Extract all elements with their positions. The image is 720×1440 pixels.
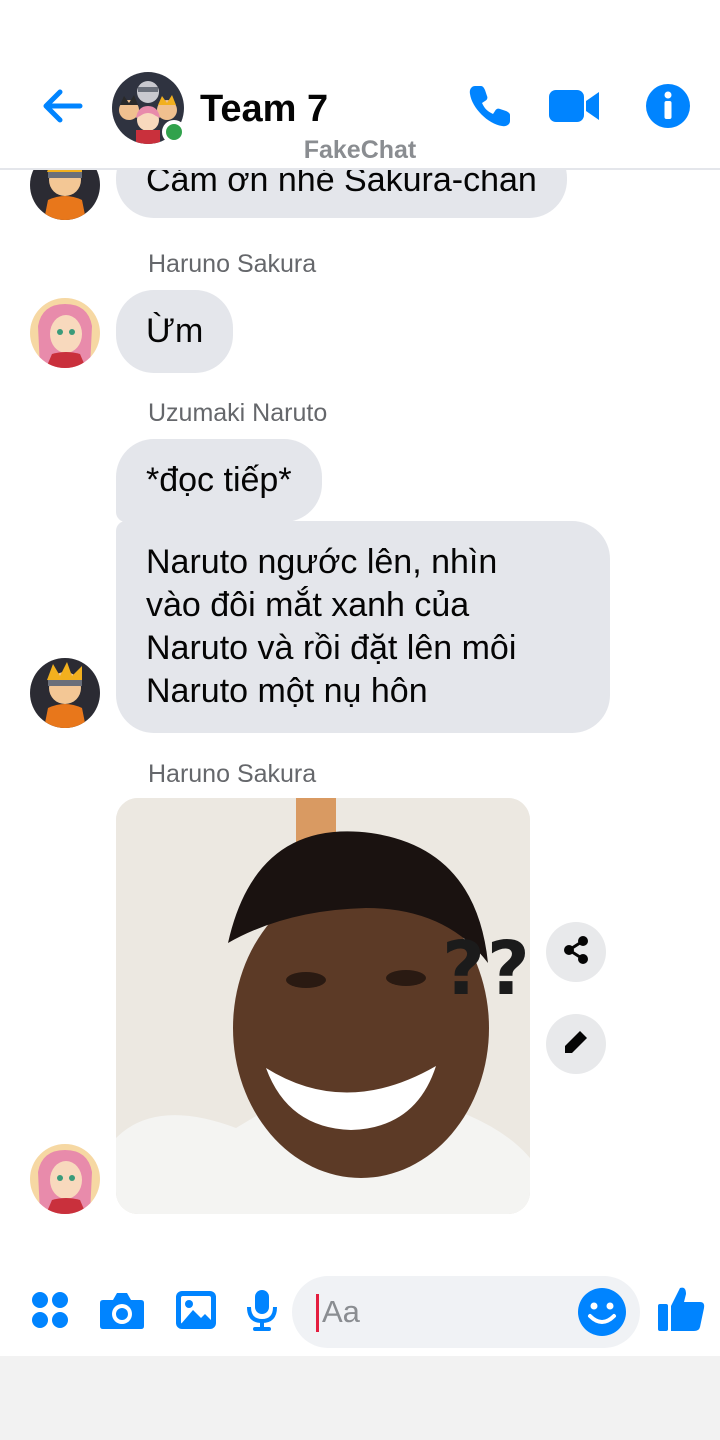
apps-button[interactable] (26, 1288, 74, 1336)
camera-icon (99, 1290, 145, 1335)
message-bubble[interactable]: *đọc tiếp* (116, 439, 322, 522)
thumbs-up-icon (656, 1284, 706, 1339)
message-input[interactable]: Aa (292, 1276, 640, 1348)
emoji-button[interactable] (576, 1286, 628, 1338)
video-camera-icon (548, 86, 600, 131)
emoji-icon (576, 1288, 628, 1342)
message-bubble[interactable]: Ừm (116, 290, 234, 373)
voice-button[interactable] (238, 1288, 286, 1336)
sender-name: Uzumaki Naruto (148, 399, 328, 427)
meme-image[interactable]: ??? (116, 798, 530, 1214)
sender-name: Haruno Sakura (148, 760, 317, 788)
share-icon (561, 935, 591, 970)
video-call-button[interactable] (548, 82, 600, 134)
message-placeholder: Aa (322, 1294, 360, 1329)
apps-icon (30, 1290, 70, 1335)
message-composer: Aa (0, 1260, 720, 1360)
sender-name: Haruno Sakura (148, 250, 317, 278)
edit-button[interactable] (546, 1014, 606, 1074)
image-caption: ??? (442, 926, 530, 1012)
edit-icon (561, 1027, 591, 1062)
info-button[interactable] (642, 82, 694, 134)
sakura-avatar[interactable] (30, 1144, 100, 1214)
share-button[interactable] (546, 922, 606, 982)
naruto-avatar[interactable] (30, 658, 100, 728)
gallery-icon (175, 1290, 217, 1335)
microphone-icon (245, 1289, 279, 1336)
chat-header: Team 7 FakeChat (0, 0, 720, 170)
sakura-avatar[interactable] (30, 298, 100, 368)
camera-button[interactable] (98, 1288, 146, 1336)
group-avatar[interactable] (112, 72, 186, 144)
gallery-button[interactable] (172, 1288, 220, 1336)
phone-icon (466, 82, 514, 135)
text-cursor (316, 1294, 319, 1332)
message-bubble[interactable]: Naruto ngước lên, nhìn vào đôi mắt xanh … (116, 521, 610, 733)
chat-title[interactable]: Team 7 (200, 88, 328, 131)
like-button[interactable] (654, 1284, 708, 1338)
call-button[interactable] (464, 82, 516, 134)
watermark: FakeChat (303, 136, 417, 164)
system-navigation-area (0, 1356, 720, 1440)
chat-thread[interactable]: Cảm ơn nhé Sakura-chan Haruno Sakura Ừm … (0, 0, 720, 1260)
back-button[interactable] (38, 84, 86, 132)
info-icon (645, 83, 691, 134)
back-arrow-icon (40, 84, 84, 133)
